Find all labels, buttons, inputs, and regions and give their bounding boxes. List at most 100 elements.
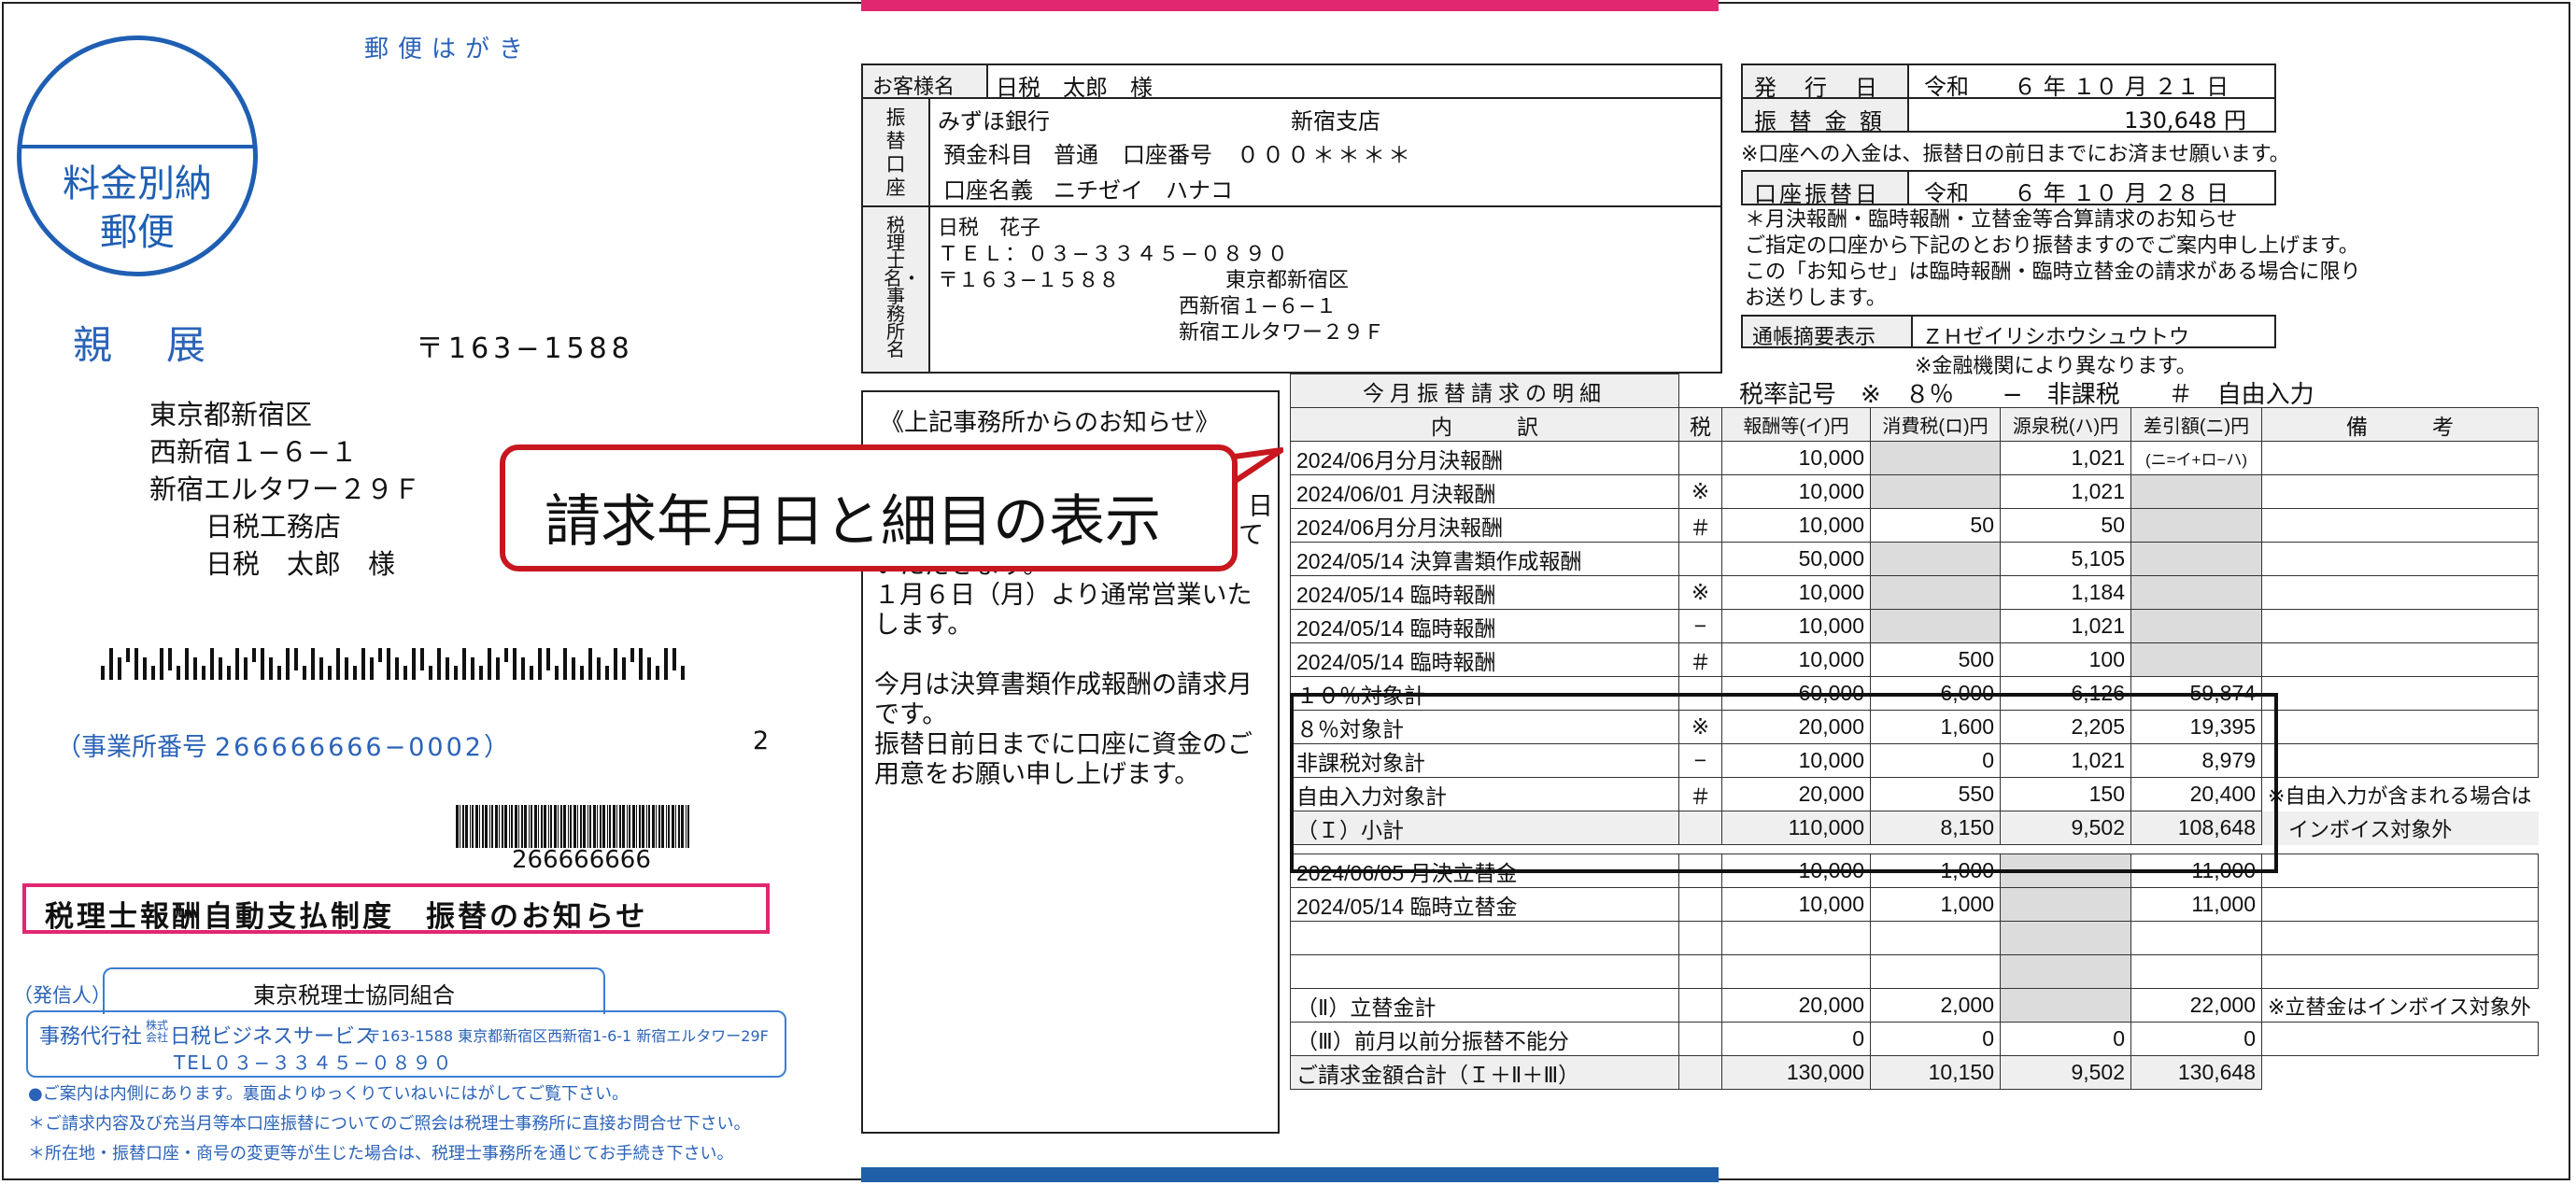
branch-name: 新宿支店 [1291,108,1380,134]
cell-wtax: 2,205 [2000,710,2131,744]
customer-name: 日税 太郎 様 [986,63,1722,101]
column-header: 差引額(ニ)円 [2130,407,2262,442]
cell-wtax [2000,988,2131,1023]
cell-note [2261,743,2539,778]
cell-ctax: 0 [1870,1022,2001,1056]
cell-net [2130,508,2262,543]
amount-note: ※口座への入金は、振替日の前日までにお済ませ願います。 [1741,143,2290,166]
cell-fee: 10,000 [1721,887,1871,922]
cell-net: 22,000 [2130,988,2262,1023]
cell-item: ご請求金額合計（Ｉ＋Ⅱ＋Ⅲ） [1290,1055,1679,1090]
cell-net [2130,954,2262,989]
cell-item: 非課税対象計 [1290,743,1679,778]
cell-net [2130,474,2262,509]
address-line: 西新宿１−６−１ [149,436,358,468]
cell-net [2130,609,2262,643]
cell-net: 59,874 [2130,676,2262,711]
postal-code: 〒163−1588 [416,332,634,365]
cell-ctax: 1,000 [1870,887,2001,922]
cell-note [2261,642,2539,677]
office-number: 266666666−0002） [215,733,512,762]
cell-fee: 10,000 [1721,508,1871,543]
cell-note [2261,1022,2539,1056]
column-header: 内 訳 [1290,407,1679,442]
cell-wtax [2000,887,2131,922]
cell-net: 0 [2130,1022,2262,1056]
cell-item: 自由入力対象計 [1290,777,1679,811]
memo-value: ＺＨゼイリシホウシュウトウ [1911,315,2276,349]
column-header: 消費税(ロ)円 [1870,407,2001,442]
cell-tax: − [1678,743,1722,778]
cell-tax: ＃ [1678,508,1722,543]
cell-net: 19,395 [2130,710,2262,744]
cell-note [2261,1055,2539,1090]
cell-item: （Ⅱ）立替金計 [1290,988,1679,1023]
cell-ctax [1870,441,2001,475]
table-row: 2024/06月分月決報酬＃ 10,000 50 50 [1290,508,2539,543]
footer-note: ＊ご請求内容及び充当月等本口座振替についてのご照会は税理士事務所に直接お問合せ下… [28,1114,751,1134]
cell-net: 11,000 [2130,887,2262,922]
cell-tax [1678,988,1722,1023]
table-row: 2024/05/14 臨時報酬 −10,000 1,021 [1290,609,2539,643]
cell-note [2261,954,2539,989]
cell-item: ８％対象計 [1290,710,1679,744]
callout-text: 請求年月日と細目の表示 [545,489,1161,555]
sender-org: 東京税理士協同組合 [253,982,455,1009]
sender-tag: （発信人） [13,984,111,1007]
cell-ctax [1870,575,2001,610]
cell-wtax: 5,105 [2000,542,2131,576]
cell-item: 2024/05/14 臨時報酬 [1290,642,1679,677]
cell-tax [1678,887,1722,922]
cell-ctax: 0 [1870,743,2001,778]
advance-row: 2024/06/05 月決立替金 10,000 1,000 11,000 [1290,853,2539,888]
cell-net: (ニ=イ+ロ−ハ) [2130,441,2262,475]
subtotal-row: ８％対象計 ※ 20,000 1,600 2,205 19,395 [1290,710,2539,744]
notice-title-box: 税理士報酬自動支払制度 振替のお知らせ [22,883,770,934]
cell-wtax: 0 [2000,1022,2131,1056]
footer-notes: ●ご案内は内側にあります。裏面よりゆっくりていねいにはがしてご覧下さい。 ＊ご請… [28,1079,750,1169]
cell-net: 8,979 [2130,743,2262,778]
office-number-label: （事業所番号 [56,733,207,762]
tax-office-addr3: 新宿エルタワー２９Ｆ [1179,321,1385,345]
message-line: 今月は決算書類作成報酬の請求月 [874,670,1253,699]
total-row: ご請求金額合計（Ｉ＋Ⅱ＋Ⅲ） 130,000 10,150 9,502 130,648 [1290,1055,2539,1090]
notice-line: ご指定の口座から下記のとおり振替ますのでご案内申し上げます。 [1745,234,2359,258]
barcode-number: 266666666 [512,846,651,874]
cell-note: インボイス対象外 [2261,811,2539,845]
cell-wtax [2000,921,2131,955]
message-line: です。 [874,700,948,729]
account-label-box: 振替口座 [861,97,930,207]
cell-net [2130,575,2262,610]
cell-item: １０％対象計 [1290,676,1679,711]
cell-fee: 20,000 [1721,777,1871,811]
cell-tax: ※ [1678,474,1722,509]
callout-box: 請求年月日と細目の表示 [500,444,1238,571]
cell-fee: 50,000 [1721,542,1871,576]
column-header: 備 考 [2261,407,2539,442]
cell-note [2261,887,2539,922]
deposit-type: 普通 [1054,142,1098,168]
cell-net: 20,400 [2130,777,2262,811]
stamp-line2: 郵便 [100,211,175,254]
tax-office-postal: 〒１６３−１５８８ [938,269,1120,292]
cell-fee: 10,000 [1721,743,1871,778]
cell-note [2261,921,2539,955]
cell-note [2261,575,2539,610]
cell-ctax [1870,921,2001,955]
cell-fee: 20,000 [1721,710,1871,744]
subtotal-row: 自由入力対象計＃ 20,000 550 150 20,400 ※自由入力が含まれる場合は [1290,777,2539,811]
table-row: 2024/05/14 臨時報酬 ※ 10,000 1,184 [1290,575,2539,610]
account-number-label: 口座番号 [1123,142,1212,168]
cell-wtax: 100 [2000,642,2131,677]
message-line [874,641,1264,670]
advance-row [1290,921,2539,955]
cell-net: 130,648 [2130,1055,2262,1090]
message-title: 《上記事務所からのお知らせ》 [880,409,1220,437]
advance-row [1290,954,2539,989]
cell-ctax: 50 [1870,508,2001,543]
address-line: 日税工務店 [205,511,342,543]
cell-tax [1678,954,1722,989]
cell-tax: − [1678,609,1722,643]
stamp-line1: 料金別納 [63,162,212,205]
cell-note [2261,853,2539,888]
